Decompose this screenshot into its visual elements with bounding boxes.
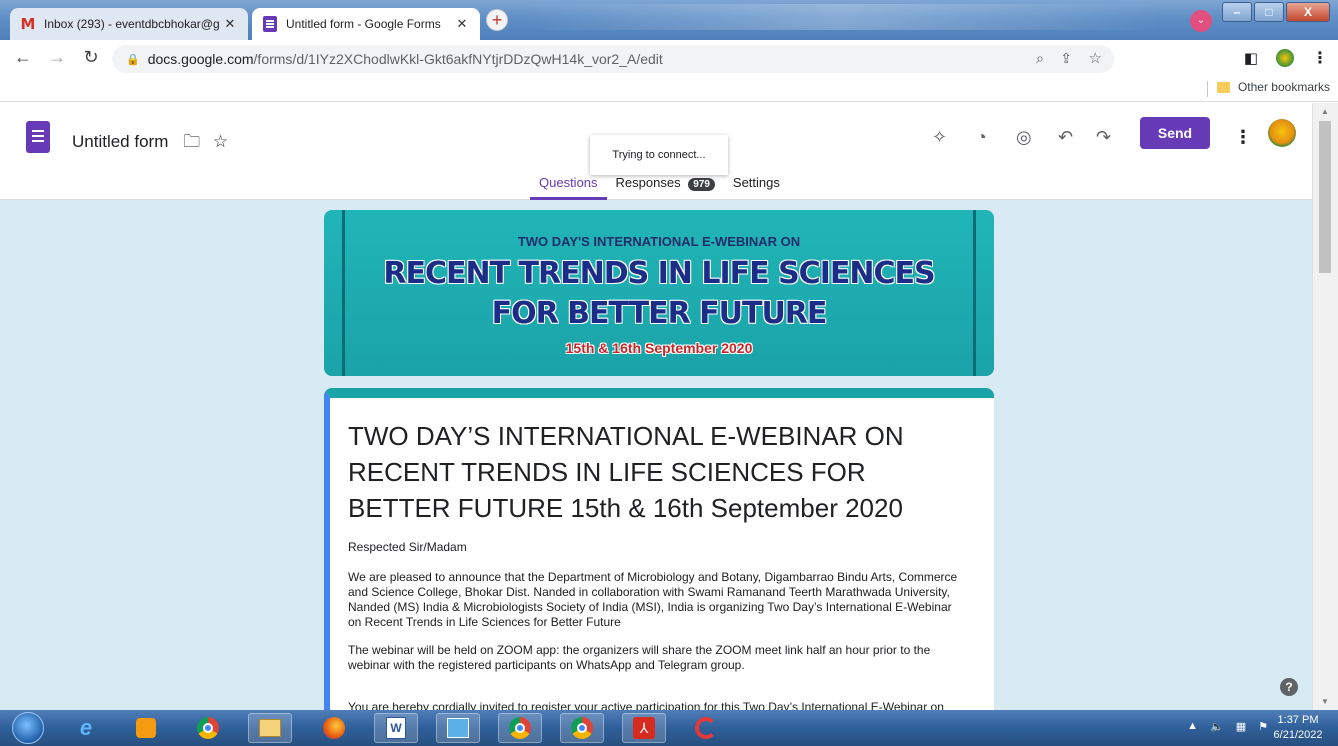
form-heading[interactable]: TWO DAY’S INTERNATIONAL E-WEBINAR ON REC… <box>348 418 968 526</box>
tab-responses-label: Responses <box>615 175 681 190</box>
scroll-up-arrow-icon[interactable]: ▲ <box>1321 107 1329 116</box>
scrollbar-thumb[interactable] <box>1319 121 1331 273</box>
form-greeting[interactable]: Respected Sir/Madam <box>348 540 467 554</box>
chrome-window-2-icon[interactable] <box>560 713 604 743</box>
tab-label: Untitled form - Google Forms <box>286 17 441 31</box>
add-ons-puzzle-icon[interactable]: ✧ <box>932 127 947 148</box>
close-window-button[interactable]: X <box>1286 2 1330 22</box>
tab-settings-label: Settings <box>732 175 780 190</box>
share-icon[interactable]: ⇪ <box>1060 50 1072 67</box>
back-arrow-icon[interactable]: ← <box>10 47 36 68</box>
star-icon[interactable]: ☆ <box>213 132 228 151</box>
form-title[interactable]: Untitled form 🗀 ☆ <box>72 129 228 158</box>
tab-settings[interactable]: Settings <box>724 175 789 200</box>
start-button-icon[interactable] <box>12 712 44 744</box>
windows-taskbar: e W ⅄ ▲ 🔈 ▦ ⚑ 1:37 PM 6/21/2022 <box>0 710 1338 746</box>
action-center-flag-icon[interactable]: ⚑ <box>1258 720 1268 733</box>
tab-google-forms[interactable]: Untitled form - Google Forms ✕ <box>252 8 480 40</box>
form-title-text: Untitled form <box>72 132 169 151</box>
internet-explorer-icon[interactable]: e <box>64 713 108 743</box>
connection-toast: Trying to connect... <box>590 135 728 175</box>
url-domain: docs.google.com <box>147 51 254 67</box>
network-icon[interactable]: ▦ <box>1236 720 1246 733</box>
help-icon[interactable]: ? <box>1280 678 1298 696</box>
scroll-down-arrow-icon[interactable]: ▼ <box>1321 697 1329 706</box>
header-banner-image: TWO DAY'S INTERNATIONAL E-WEBINAR ON REC… <box>324 210 994 376</box>
move-to-folder-icon[interactable]: 🗀 <box>183 132 200 151</box>
banner-line-2: RECENT TRENDS IN LIFE SCIENCES <box>383 256 935 291</box>
chrome-window-1-icon[interactable] <box>498 713 542 743</box>
media-player-icon[interactable] <box>124 713 168 743</box>
clock-time: 1:37 PM <box>1277 714 1319 726</box>
browser-menu-icon[interactable]: ⋮ <box>1312 48 1328 68</box>
window-glass <box>520 4 1160 30</box>
browser-toolbar: ← → ↻ 🔒 docs.google.com/forms/d/1IYz2XCh… <box>0 40 1338 76</box>
form-description-paragraph-1[interactable]: We are pleased to announce that the Depa… <box>348 570 968 630</box>
tab-questions-label: Questions <box>539 175 598 190</box>
forms-header: Untitled form 🗀 ☆ ✧ ◔ ◎ ↶ ↷ Send ⋮ Tryin… <box>0 103 1312 200</box>
clock-date: 6/21/2022 <box>1273 729 1323 741</box>
file-explorer-icon[interactable] <box>248 713 292 743</box>
chrome-icon[interactable] <box>186 713 230 743</box>
customize-theme-palette-icon[interactable]: ◔ <box>976 127 987 148</box>
more-options-icon[interactable]: ⋮ <box>1234 127 1252 148</box>
bookmark-separator <box>1207 81 1208 97</box>
tab-responses[interactable]: Responses 979 <box>607 175 724 200</box>
banner-line-4: 15th & 16th September 2020 <box>565 340 753 356</box>
maximize-button[interactable]: □ <box>1254 2 1284 22</box>
redo-icon[interactable]: ↷ <box>1096 127 1111 148</box>
banner-line-1: TWO DAY'S INTERNATIONAL E-WEBINAR ON <box>517 234 801 249</box>
tab-label: Inbox (293) - eventdbcbhokar@g <box>44 17 220 31</box>
tab-questions[interactable]: Questions <box>530 175 607 200</box>
bookmark-folder-label: Other bookmarks <box>1237 80 1330 94</box>
form-canvas: TWO DAY'S INTERNATIONAL E-WEBINAR ON REC… <box>0 200 1312 710</box>
url-path: /forms/d/1IYz2XChodlwKkl-Gkt6akfNYtjrDDz… <box>253 51 663 67</box>
show-hidden-icons-icon[interactable]: ▲ <box>1187 720 1198 733</box>
firefox-icon[interactable] <box>312 713 356 743</box>
bookmarks-bar: Other bookmarks <box>0 76 1338 102</box>
control-panel-icon[interactable] <box>436 713 480 743</box>
profile-dropdown-icon[interactable]: ⌄ <box>1190 10 1212 32</box>
side-panel-icon[interactable]: ◧ <box>1244 49 1258 67</box>
bookmark-folder-other[interactable]: Other bookmarks <box>1216 80 1330 94</box>
gmail-icon: M <box>20 15 36 33</box>
account-avatar[interactable] <box>1268 119 1296 147</box>
folder-icon <box>1216 81 1230 93</box>
page-scrollbar[interactable]: ▲ ▼ <box>1312 103 1338 710</box>
acrobat-reader-icon[interactable]: ⅄ <box>622 713 666 743</box>
responses-count-badge: 979 <box>688 178 715 191</box>
volume-icon[interactable]: 🔈 <box>1210 720 1224 733</box>
address-bar[interactable]: 🔒 docs.google.com/forms/d/1IYz2XChodlwKk… <box>112 45 1114 73</box>
preview-eye-icon[interactable]: ◎ <box>1016 127 1032 148</box>
toolbar-right: ◧ ⋮ <box>1244 48 1328 68</box>
forward-arrow-icon[interactable]: → <box>44 47 70 68</box>
new-tab-button[interactable]: + <box>486 9 508 31</box>
word-icon[interactable]: W <box>374 713 418 743</box>
undo-icon[interactable]: ↶ <box>1058 127 1073 148</box>
google-forms-logo-icon[interactable] <box>26 121 50 153</box>
form-description-paragraph-3[interactable]: You are hereby cordially invited to regi… <box>348 700 968 710</box>
send-button[interactable]: Send <box>1140 117 1210 149</box>
ccleaner-icon[interactable] <box>684 713 728 743</box>
system-tray: ▲ 🔈 ▦ ⚑ <box>1187 720 1268 733</box>
form-title-card[interactable]: TWO DAY’S INTERNATIONAL E-WEBINAR ON REC… <box>324 388 994 710</box>
browser-title-bar: M Inbox (293) - eventdbcbhokar@g ✕ Untit… <box>0 0 1338 40</box>
banner-line-3: FOR BETTER FUTURE <box>491 296 828 331</box>
taskbar-clock[interactable]: 1:37 PM 6/21/2022 <box>1272 713 1324 743</box>
lock-icon: 🔒 <box>126 53 140 66</box>
form-tabs: Questions Responses 979 Settings <box>530 175 789 200</box>
form-description-paragraph-2[interactable]: The webinar will be held on ZOOM app: th… <box>348 643 968 673</box>
reload-icon[interactable]: ↻ <box>78 47 104 68</box>
bookmark-star-icon[interactable]: ☆ <box>1089 49 1102 67</box>
minimize-button[interactable]: – <box>1222 2 1252 22</box>
tab-gmail-inbox[interactable]: M Inbox (293) - eventdbcbhokar@g ✕ <box>10 8 248 40</box>
extension-avatar-icon[interactable] <box>1276 49 1294 67</box>
tab-close-icon[interactable]: ✕ <box>222 16 238 32</box>
tab-close-icon[interactable]: ✕ <box>454 16 470 32</box>
window-controls: – □ X <box>1222 2 1330 22</box>
forms-icon <box>262 16 278 32</box>
zoom-icon[interactable]: ⌕ <box>1036 50 1044 67</box>
